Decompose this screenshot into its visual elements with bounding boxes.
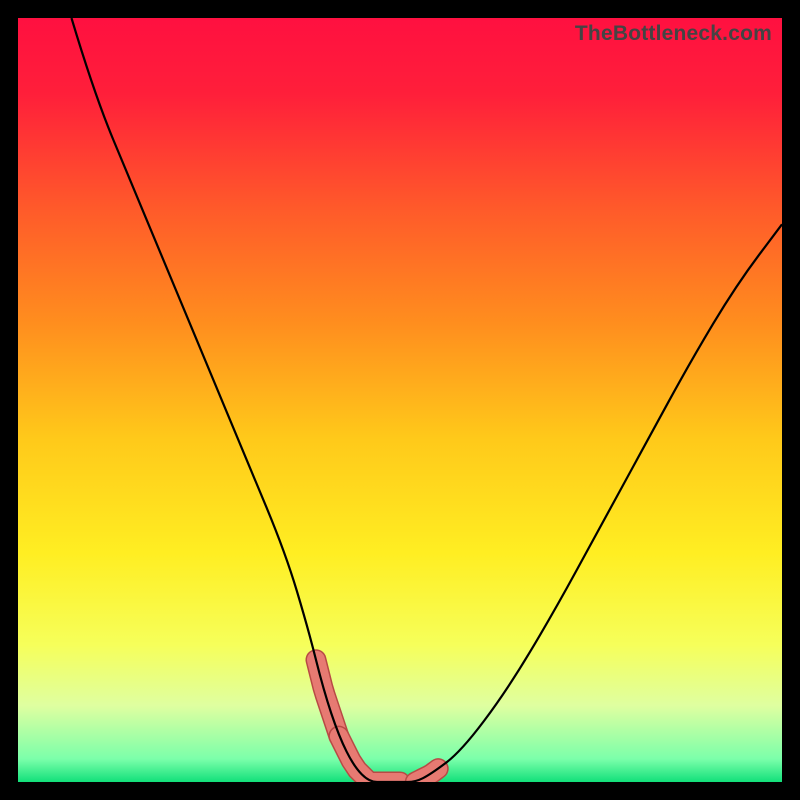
- gradient-background: [18, 18, 782, 782]
- plot-area: TheBottleneck.com: [18, 18, 782, 782]
- chart-frame: TheBottleneck.com: [0, 0, 800, 800]
- bottleneck-chart: [18, 18, 782, 782]
- watermark-text: TheBottleneck.com: [575, 22, 772, 46]
